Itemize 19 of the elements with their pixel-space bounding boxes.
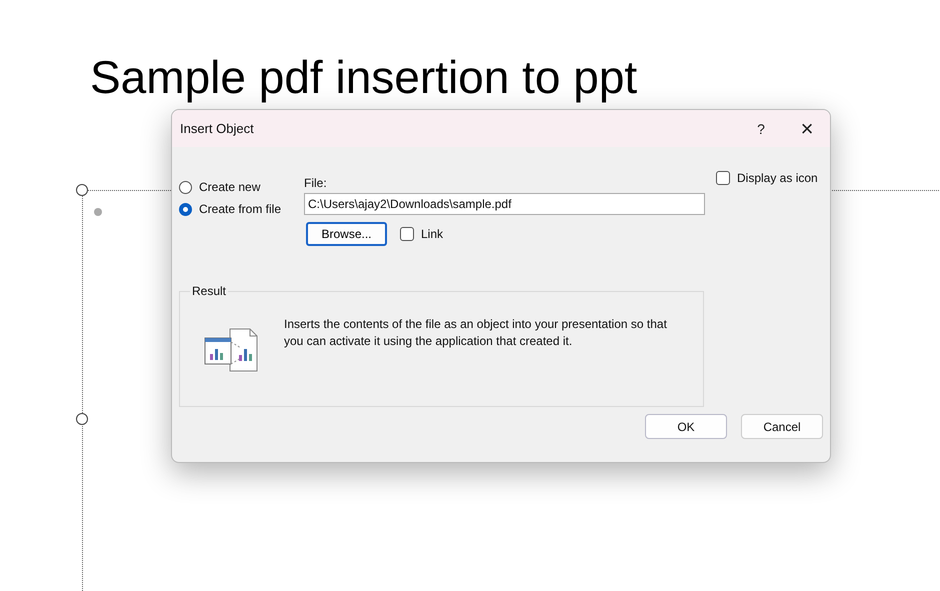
- browse-button[interactable]: Browse...: [306, 222, 387, 246]
- group-heading: Result: [191, 284, 228, 298]
- bullet-icon: [94, 208, 102, 216]
- result-description: Inserts the contents of the file as an object into your presentation so that you can activate it using the application that created it.: [284, 316, 668, 350]
- file-path-field[interactable]: C:\Users\ajay2\Downloads\sample.pdf: [304, 193, 705, 215]
- ok-button[interactable]: OK: [645, 414, 727, 439]
- display-as-icon-checkbox[interactable]: Display as icon: [716, 171, 818, 185]
- close-button[interactable]: ×: [784, 110, 830, 147]
- resize-handle[interactable]: [76, 184, 88, 196]
- embedded-chart-document-icon: [204, 328, 258, 372]
- resize-handle[interactable]: [76, 413, 88, 425]
- window-title: Insert Object: [180, 121, 255, 136]
- link-checkbox[interactable]: Link: [400, 227, 444, 241]
- cancel-button[interactable]: Cancel: [741, 414, 823, 439]
- field-label: File:: [304, 176, 328, 190]
- radio-option[interactable]: Create from file: [179, 202, 304, 216]
- slide-title: Sample pdf insertion to ppt: [90, 50, 638, 104]
- radio-option[interactable]: Create new: [179, 180, 304, 194]
- help-button[interactable]: ?: [738, 110, 784, 147]
